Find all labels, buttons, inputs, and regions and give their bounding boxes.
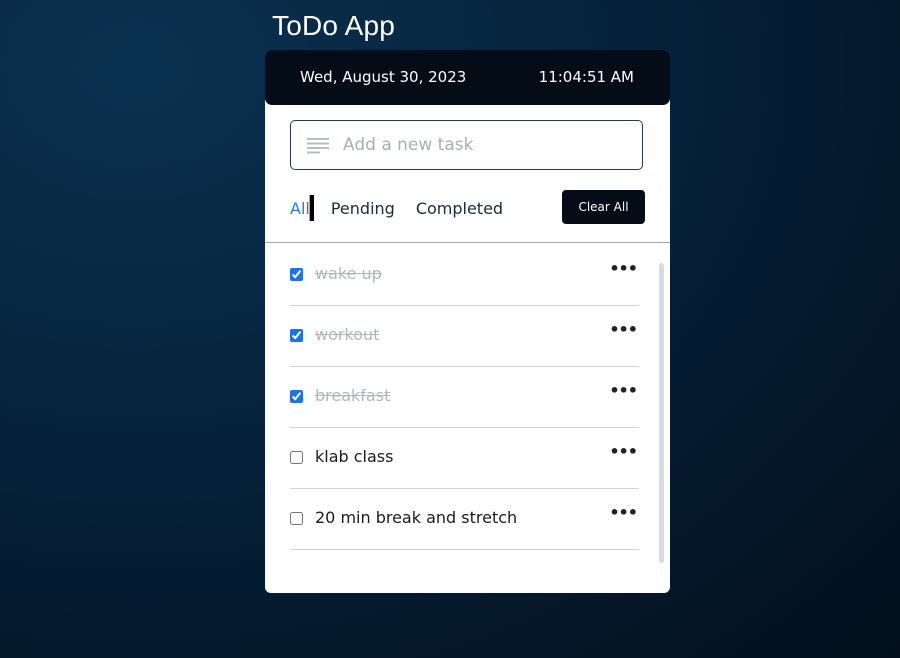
task-checkbox[interactable] [290, 451, 303, 464]
more-horizontal-icon[interactable]: ••• [609, 381, 638, 400]
task-text: 20 min break and stretch [315, 508, 518, 527]
more-horizontal-icon[interactable]: ••• [609, 259, 638, 278]
more-horizontal-icon[interactable]: ••• [609, 442, 638, 461]
task-item: workout ••• [290, 306, 639, 367]
date-time-header: Wed, August 30, 2023 11:04:51 AM [265, 50, 670, 105]
more-horizontal-icon[interactable]: ••• [609, 503, 638, 522]
task-list-scrollbar[interactable] [659, 263, 664, 563]
filter-pending[interactable]: Pending [331, 199, 395, 218]
task-checkbox[interactable] [290, 329, 303, 342]
todo-card: Wed, August 30, 2023 11:04:51 AM All Pen… [265, 50, 670, 593]
task-checkbox[interactable] [290, 390, 303, 403]
task-text: workout [315, 325, 380, 344]
task-checkbox[interactable] [290, 268, 303, 281]
task-item: klab class ••• [290, 428, 639, 489]
task-text: klab class [315, 447, 394, 466]
task-text: breakfast [315, 386, 391, 405]
text-cursor [309, 195, 314, 221]
current-date: Wed, August 30, 2023 [300, 68, 467, 86]
clear-all-button[interactable]: Clear All [562, 190, 645, 224]
filter-tabs: All Pending Completed [290, 195, 503, 221]
task-checkbox[interactable] [290, 512, 303, 525]
current-time: 11:04:51 AM [538, 68, 634, 86]
task-item: wake up ••• [290, 245, 639, 306]
divider [265, 242, 670, 243]
app-title: ToDo App [272, 10, 396, 41]
lines-icon [307, 138, 329, 154]
task-text: wake up [315, 264, 382, 283]
new-task-input[interactable] [343, 121, 633, 169]
filter-completed[interactable]: Completed [416, 199, 503, 218]
task-item: 20 min break and stretch ••• [290, 489, 639, 550]
task-input-container [290, 120, 643, 170]
task-list: wake up ••• workout ••• breakfast ••• kl… [290, 245, 639, 550]
more-horizontal-icon[interactable]: ••• [609, 320, 638, 339]
filter-all[interactable]: All [290, 199, 310, 218]
task-item: breakfast ••• [290, 367, 639, 428]
